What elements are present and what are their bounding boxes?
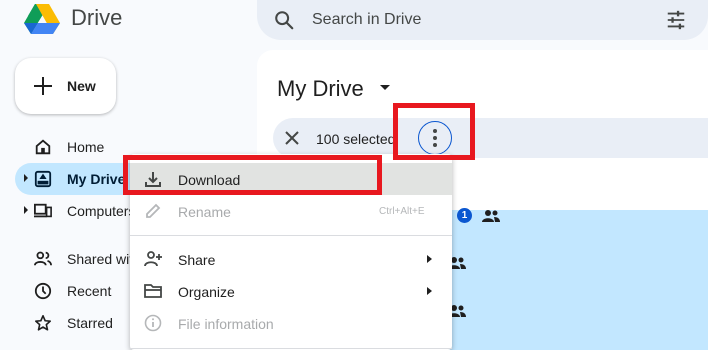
sidebar-item-label: Computers — [67, 203, 136, 219]
sidebar-item-label: Starred — [67, 315, 113, 331]
menu-item-organize[interactable]: Organize — [130, 275, 452, 307]
app-name[interactable]: Drive — [71, 5, 122, 31]
selection-bar: 100 selected — [273, 118, 708, 158]
sidebar-item-my-drive[interactable]: My Drive — [15, 163, 140, 195]
person-add-icon — [144, 251, 162, 267]
menu-item-rename[interactable]: Rename Ctrl+Alt+E — [130, 195, 452, 227]
clock-icon — [34, 282, 52, 300]
folder-icon — [144, 284, 162, 298]
new-button[interactable]: New — [15, 58, 116, 114]
computer-icon — [34, 203, 52, 218]
sidebar-item-recent[interactable]: Recent — [0, 275, 140, 307]
chevron-down-icon[interactable] — [380, 85, 390, 90]
info-icon — [144, 314, 162, 332]
menu-item-label: Rename — [178, 204, 231, 220]
selection-count: 100 selected — [316, 131, 396, 147]
edit-icon — [146, 203, 161, 218]
shared-people-icon — [482, 210, 500, 222]
highlight-box-download — [123, 155, 382, 195]
submenu-arrow-icon — [427, 255, 432, 263]
new-button-label: New — [67, 78, 96, 94]
sidebar-item-label: Recent — [67, 283, 112, 299]
home-icon — [35, 139, 51, 155]
plus-icon — [34, 77, 52, 95]
sidebar-item-home[interactable]: Home — [0, 131, 140, 163]
search-icon[interactable] — [273, 9, 295, 31]
close-icon[interactable] — [284, 130, 300, 146]
star-icon — [34, 314, 52, 331]
keyboard-shortcut: Ctrl+Alt+E — [379, 206, 425, 217]
search-input[interactable]: Search in Drive — [312, 11, 421, 29]
notification-badge: 1 — [457, 208, 472, 223]
sidebar-item-label: Home — [67, 139, 105, 155]
my-drive-icon — [34, 170, 52, 188]
menu-item-share[interactable]: Share — [130, 243, 452, 275]
sidebar-item-label: My Drive — [67, 171, 126, 187]
menu-divider — [130, 235, 452, 236]
sidebar-item-starred[interactable]: Starred — [0, 307, 140, 339]
people-icon — [34, 251, 52, 266]
google-drive-logo[interactable] — [22, 2, 62, 38]
submenu-arrow-icon — [427, 287, 432, 295]
sidebar-item-shared-with-me[interactable]: Shared with me — [0, 243, 164, 275]
menu-item-label: Share — [178, 252, 216, 268]
tune-icon[interactable] — [665, 9, 687, 31]
search-bar[interactable]: Search in Drive — [257, 0, 708, 40]
highlight-box-more-button — [393, 103, 475, 160]
menu-divider — [130, 348, 452, 349]
sidebar-item-computers[interactable]: Computers — [0, 195, 140, 227]
expand-caret-icon[interactable] — [24, 206, 28, 214]
menu-item-label: File information — [178, 316, 274, 332]
expand-caret-icon[interactable] — [24, 174, 28, 182]
page-title[interactable]: My Drive — [277, 76, 364, 102]
menu-item-label: Organize — [178, 284, 235, 300]
menu-item-file-information[interactable]: File information — [130, 307, 452, 339]
